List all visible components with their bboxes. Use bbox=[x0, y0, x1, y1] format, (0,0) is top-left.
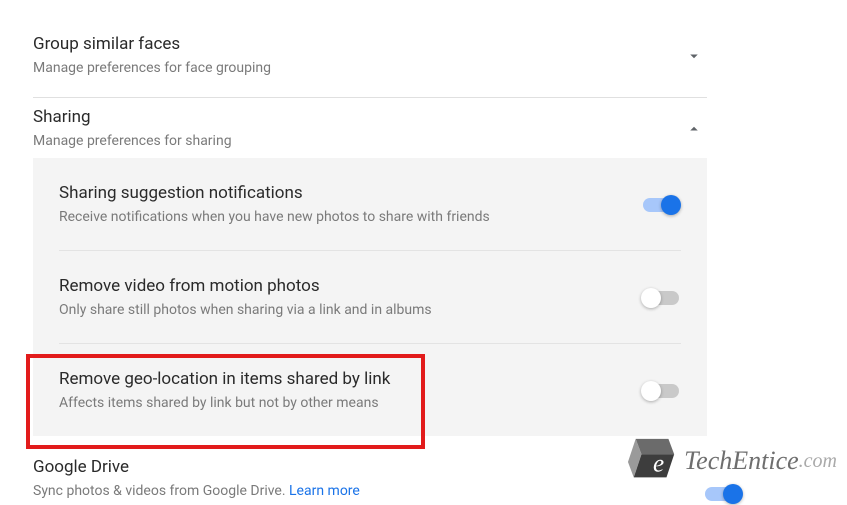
svg-text:e: e bbox=[653, 451, 664, 478]
chevron-down-icon bbox=[685, 47, 703, 65]
setting-title: Remove geo-location in items shared by l… bbox=[59, 368, 643, 391]
section-subtitle: Manage preferences for face grouping bbox=[33, 58, 685, 79]
toggle-remove-video[interactable] bbox=[643, 291, 679, 305]
chevron-up-icon bbox=[685, 120, 703, 138]
section-text: Group similar faces Manage preferences f… bbox=[33, 33, 685, 79]
setting-text: Remove video from motion photos Only sha… bbox=[59, 275, 643, 321]
section-subtitle: Manage preferences for sharing bbox=[33, 131, 685, 152]
toggle-remove-geo[interactable] bbox=[643, 384, 679, 398]
watermark: e TechEntice.com bbox=[624, 435, 837, 487]
section-google-drive: Google Drive Sync photos & videos from G… bbox=[33, 436, 707, 502]
setting-text: Remove geo-location in items shared by l… bbox=[59, 368, 643, 414]
section-text: Google Drive Sync photos & videos from G… bbox=[33, 456, 707, 502]
setting-text: Sharing suggestion notifications Receive… bbox=[59, 182, 643, 228]
section-title: Sharing bbox=[33, 106, 685, 129]
watermark-tld: .com bbox=[799, 450, 837, 473]
setting-title: Remove video from motion photos bbox=[59, 275, 643, 298]
setting-subtitle: Only share still photos when sharing via… bbox=[59, 300, 643, 321]
setting-remove-video-motion-photos: Remove video from motion photos Only sha… bbox=[59, 251, 681, 344]
setting-sharing-suggestion-notifications: Sharing suggestion notifications Receive… bbox=[59, 158, 681, 251]
section-group-similar-faces[interactable]: Group similar faces Manage preferences f… bbox=[33, 25, 707, 98]
drive-subtitle-prefix: Sync photos & videos from Google Drive. bbox=[33, 483, 289, 499]
setting-subtitle: Receive notifications when you have new … bbox=[59, 207, 643, 228]
toggle-sharing-suggestions[interactable] bbox=[643, 198, 679, 212]
watermark-logo-icon: e bbox=[624, 435, 682, 487]
section-subtitle: Sync photos & videos from Google Drive. … bbox=[33, 481, 707, 502]
section-title: Google Drive bbox=[33, 456, 707, 479]
setting-remove-geo-location: Remove geo-location in items shared by l… bbox=[59, 344, 681, 436]
watermark-brand: TechEntice bbox=[684, 446, 799, 476]
sharing-panel: Sharing suggestion notifications Receive… bbox=[33, 158, 707, 436]
learn-more-link[interactable]: Learn more bbox=[289, 483, 360, 499]
section-text: Sharing Manage preferences for sharing bbox=[33, 106, 685, 152]
setting-title: Sharing suggestion notifications bbox=[59, 182, 643, 205]
section-sharing[interactable]: Sharing Manage preferences for sharing bbox=[33, 98, 707, 158]
setting-subtitle: Affects items shared by link but not by … bbox=[59, 393, 643, 414]
section-title: Group similar faces bbox=[33, 33, 685, 56]
toggle-google-drive[interactable] bbox=[705, 487, 741, 501]
